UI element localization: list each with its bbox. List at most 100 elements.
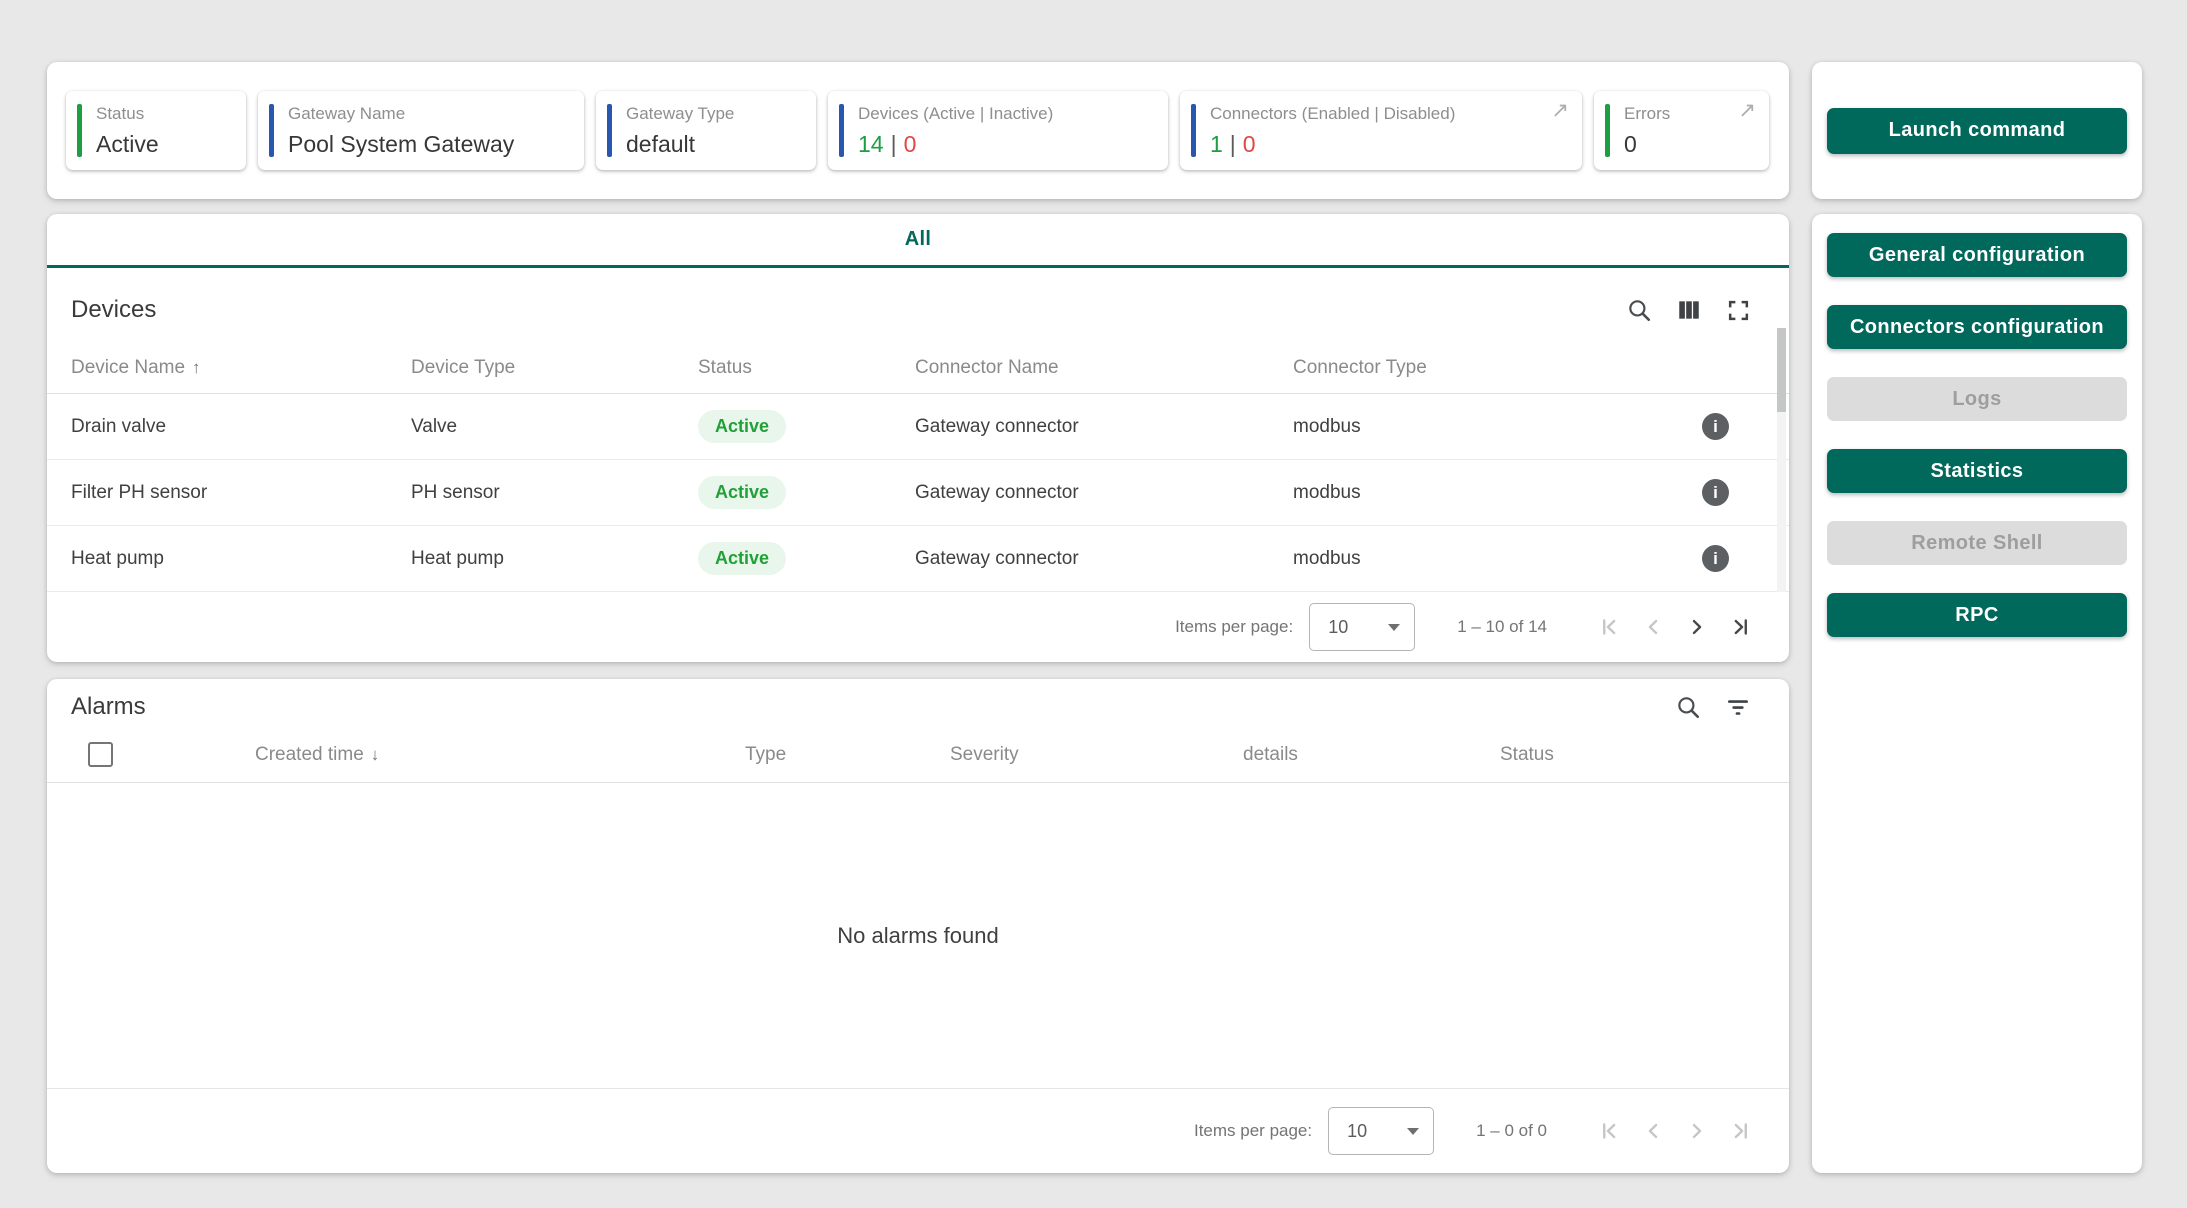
columns-icon[interactable]	[1676, 297, 1702, 323]
remote-shell-button: Remote Shell	[1827, 521, 2127, 565]
cell-connector-type: modbus	[1293, 482, 1698, 504]
previous-page-button	[1631, 1118, 1675, 1144]
items-per-page-select[interactable]: 10	[1309, 603, 1415, 651]
stat-label: Devices (Active | Inactive)	[858, 104, 1152, 124]
alarms-toolbar	[1675, 694, 1751, 720]
tab-all[interactable]: All	[905, 228, 931, 251]
device-row-heat-pump[interactable]: Heat pump Heat pump Active Gateway conne…	[47, 526, 1789, 592]
stat-value: default	[626, 131, 800, 158]
external-link-icon[interactable]: ↗	[1551, 100, 1569, 121]
status-badge: Active	[698, 476, 786, 509]
stat-card-gateway-name: Gateway Name Pool System Gateway	[258, 91, 584, 170]
column-details[interactable]: details	[1243, 744, 1500, 766]
next-page-button[interactable]	[1675, 614, 1719, 640]
device-row-filter-ph-sensor[interactable]: Filter PH sensor PH sensor Active Gatewa…	[47, 460, 1789, 526]
previous-page-button	[1631, 614, 1675, 640]
cell-device-type: Valve	[411, 416, 698, 438]
devices-header: Devices	[47, 268, 1789, 342]
items-per-page-value: 10	[1347, 1121, 1367, 1142]
stats-panel: Status Active Gateway Name Pool System G…	[47, 62, 1789, 199]
select-all-checkbox[interactable]	[88, 742, 113, 767]
search-icon[interactable]	[1675, 694, 1701, 720]
stat-label: Errors	[1624, 104, 1753, 124]
status-accent-bar	[77, 104, 82, 157]
search-icon[interactable]	[1626, 297, 1652, 323]
devices-accent-bar	[839, 104, 844, 157]
cell-device-type: PH sensor	[411, 482, 698, 504]
cell-connector-name: Gateway connector	[915, 416, 1293, 438]
stat-card-errors: ↗ Errors 0	[1594, 91, 1769, 170]
cell-device-name: Filter PH sensor	[71, 482, 411, 504]
cell-connector-type: modbus	[1293, 416, 1698, 438]
errors-accent-bar	[1605, 104, 1610, 157]
column-created-time[interactable]: Created time↓	[255, 744, 745, 766]
info-icon[interactable]: i	[1702, 413, 1729, 440]
alarms-header: Alarms	[47, 679, 1789, 727]
filter-icon[interactable]	[1725, 694, 1751, 720]
alarms-title: Alarms	[71, 693, 146, 721]
items-per-page-value: 10	[1328, 617, 1348, 638]
cell-connector-type: modbus	[1293, 548, 1698, 570]
status-badge: Active	[698, 410, 786, 443]
page-range-label: 1 – 10 of 14	[1457, 617, 1547, 637]
launch-command-panel: Launch command	[1812, 62, 2142, 199]
devices-toolbar	[1626, 297, 1751, 323]
alarms-table-header: Created time↓ Type Severity details Stat…	[47, 727, 1789, 783]
stat-value: 0	[1624, 131, 1753, 158]
stat-label: Connectors (Enabled | Disabled)	[1210, 104, 1566, 124]
connectors-accent-bar	[1191, 104, 1196, 157]
column-status[interactable]: Status	[1500, 744, 1789, 766]
items-per-page-label: Items per page:	[1175, 617, 1293, 637]
devices-title: Devices	[71, 296, 156, 324]
actions-panel: General configuration Connectors configu…	[1812, 214, 2142, 1173]
sort-desc-icon: ↓	[371, 745, 380, 764]
column-device-type[interactable]: Device Type	[411, 357, 698, 379]
cell-connector-name: Gateway connector	[915, 482, 1293, 504]
alarms-pagination: Items per page: 10 1 – 0 of 0	[47, 1088, 1789, 1173]
logs-button: Logs	[1827, 377, 2127, 421]
gateway-type-accent-bar	[607, 104, 612, 157]
stat-label: Gateway Type	[626, 104, 800, 124]
gateway-name-accent-bar	[269, 104, 274, 157]
stat-card-gateway-type: Gateway Type default	[596, 91, 816, 170]
column-device-name[interactable]: Device Name↑	[71, 357, 411, 379]
column-connector-type[interactable]: Connector Type	[1293, 357, 1698, 379]
cell-device-type: Heat pump	[411, 548, 698, 570]
column-status[interactable]: Status	[698, 357, 915, 379]
stat-value: Pool System Gateway	[288, 131, 568, 158]
cell-connector-name: Gateway connector	[915, 548, 1293, 570]
sort-asc-icon: ↑	[192, 358, 201, 377]
info-icon[interactable]: i	[1702, 545, 1729, 572]
external-link-icon[interactable]: ↗	[1738, 100, 1756, 121]
items-per-page-select[interactable]: 10	[1328, 1107, 1434, 1155]
tab-bar: All	[47, 214, 1789, 268]
connectors-configuration-button[interactable]: Connectors configuration	[1827, 305, 2127, 349]
page-range-label: 1 – 0 of 0	[1476, 1121, 1547, 1141]
launch-command-button[interactable]: Launch command	[1827, 108, 2127, 154]
column-connector-name[interactable]: Connector Name	[915, 357, 1293, 379]
statistics-button[interactable]: Statistics	[1827, 449, 2127, 493]
devices-pagination: Items per page: 10 1 – 10 of 14	[47, 592, 1789, 662]
stat-value: Active	[96, 131, 230, 158]
last-page-button[interactable]	[1719, 614, 1763, 640]
stat-card-connectors: ↗ Connectors (Enabled | Disabled) 1|0	[1180, 91, 1582, 170]
column-severity[interactable]: Severity	[950, 744, 1243, 766]
general-configuration-button[interactable]: General configuration	[1827, 233, 2127, 277]
alarms-panel: Alarms Created time↓ Type Severity detai…	[47, 679, 1789, 1173]
scrollbar-thumb[interactable]	[1777, 328, 1786, 412]
cell-device-name: Heat pump	[71, 548, 411, 570]
items-per-page-label: Items per page:	[1194, 1121, 1312, 1141]
cell-device-name: Drain valve	[71, 416, 411, 438]
stat-card-status: Status Active	[66, 91, 246, 170]
last-page-button	[1719, 1118, 1763, 1144]
stat-label: Gateway Name	[288, 104, 568, 124]
fullscreen-icon[interactable]	[1726, 298, 1751, 323]
rpc-button[interactable]: RPC	[1827, 593, 2127, 637]
no-alarms-message: No alarms found	[47, 783, 1789, 1088]
column-type[interactable]: Type	[745, 744, 950, 766]
info-icon[interactable]: i	[1702, 479, 1729, 506]
stat-value: 14|0	[858, 131, 1152, 158]
first-page-button	[1587, 614, 1631, 640]
devices-table-header: Device Name↑ Device Type Status Connecto…	[47, 342, 1789, 394]
device-row-drain-valve[interactable]: Drain valve Valve Active Gateway connect…	[47, 394, 1789, 460]
